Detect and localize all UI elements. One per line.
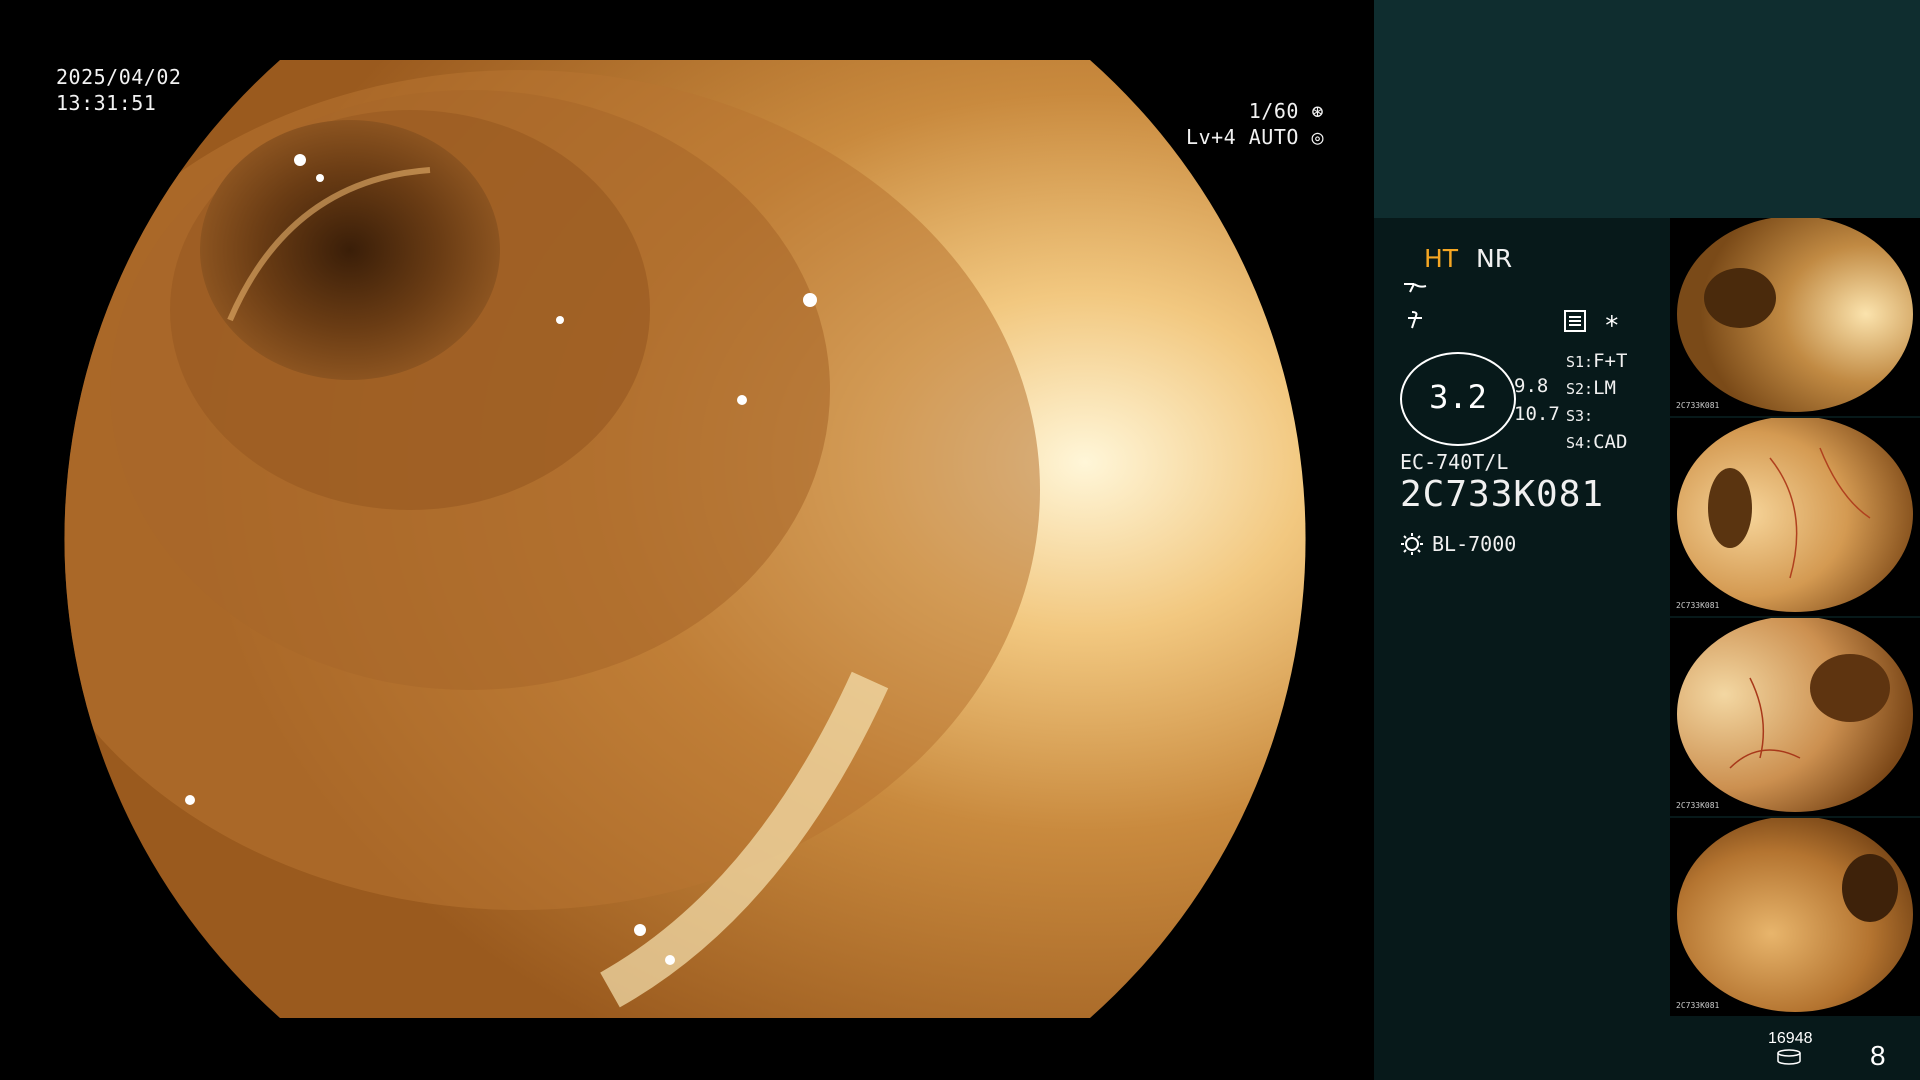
- record-count: 16948: [1768, 1030, 1813, 1047]
- zoom-sub-values: 9.8 10.7: [1514, 372, 1560, 428]
- switch-settings: S1:F+T S2:LM S3: S4:CAD: [1566, 348, 1627, 456]
- structure-icon: [1408, 311, 1422, 329]
- nr-mode: NR: [1476, 244, 1513, 273]
- auto-iris-icon: ◎: [1311, 125, 1324, 149]
- shutter-aperture-icon: ⊛: [1311, 99, 1324, 123]
- asterisk-icon: ∗: [1604, 306, 1620, 336]
- setting-s3: S3:: [1566, 407, 1594, 425]
- shutter-text: 1/60: [1248, 99, 1299, 123]
- thumbnail-caption: 2C733K081: [1676, 601, 1720, 610]
- light-source-text: BL-7000: [1432, 532, 1517, 556]
- captured-images: 2C733K081 2C733K081 2C733K081 2C733K081: [1670, 218, 1920, 1018]
- timestamp: 2025/04/02 13:31:51: [56, 64, 181, 116]
- thumbnail-1[interactable]: 2C733K081: [1670, 218, 1920, 416]
- level-text: Lv+4 AUTO: [1186, 125, 1299, 149]
- zoom-value-b: 10.7: [1514, 403, 1560, 425]
- thumbnail-caption: 2C733K081: [1676, 1001, 1720, 1010]
- menu-icons: ∗: [1564, 306, 1620, 336]
- thumbnail-caption: 2C733K081: [1676, 401, 1720, 410]
- thumbnail-4[interactable]: 2C733K081: [1670, 818, 1920, 1016]
- thumbnail-3[interactable]: 2C733K081: [1670, 618, 1920, 816]
- enhancement-icon: [1404, 283, 1427, 293]
- setting-s2: S2:LM: [1566, 377, 1616, 399]
- panel-header-area: [1374, 0, 1920, 218]
- lamp-icon: [1401, 533, 1423, 555]
- mode-indicators: HT NR: [1424, 244, 1512, 273]
- setting-s1: S1:F+T: [1566, 350, 1628, 372]
- status-panel: HT NR ∗ 3.2 9.8 10.7 S1:F+T S2:LM S3: S4…: [1374, 0, 1920, 1080]
- date-text: 2025/04/02: [56, 65, 182, 89]
- light-source: BL-7000: [1400, 532, 1516, 556]
- zoom-value: 3.2: [1429, 378, 1487, 416]
- shutter-row: 1/60 ⊛: [1186, 98, 1324, 124]
- endoscope-view: [50, 60, 1312, 1018]
- thumbnail-2[interactable]: 2C733K081: [1670, 418, 1920, 616]
- menu-list-icon: [1564, 310, 1586, 332]
- exposure-readout: 1/60 ⊛ Lv+4 AUTO ◎: [1186, 98, 1324, 150]
- ht-mode: HT: [1424, 244, 1459, 273]
- scope-serial: 2C733K081: [1400, 474, 1605, 515]
- zoom-value-a: 9.8: [1514, 375, 1549, 397]
- setting-s4: S4:CAD: [1566, 431, 1628, 453]
- page-number: 8: [1870, 1040, 1886, 1071]
- scope-model: EC-740T/L: [1400, 450, 1509, 474]
- storage-disk-icon: [1777, 1049, 1801, 1065]
- thumbnail-caption: 2C733K081: [1676, 801, 1720, 810]
- level-row: Lv+4 AUTO ◎: [1186, 124, 1324, 150]
- time-text: 13:31:51: [56, 91, 157, 115]
- zoom-indicator: 3.2: [1400, 352, 1516, 446]
